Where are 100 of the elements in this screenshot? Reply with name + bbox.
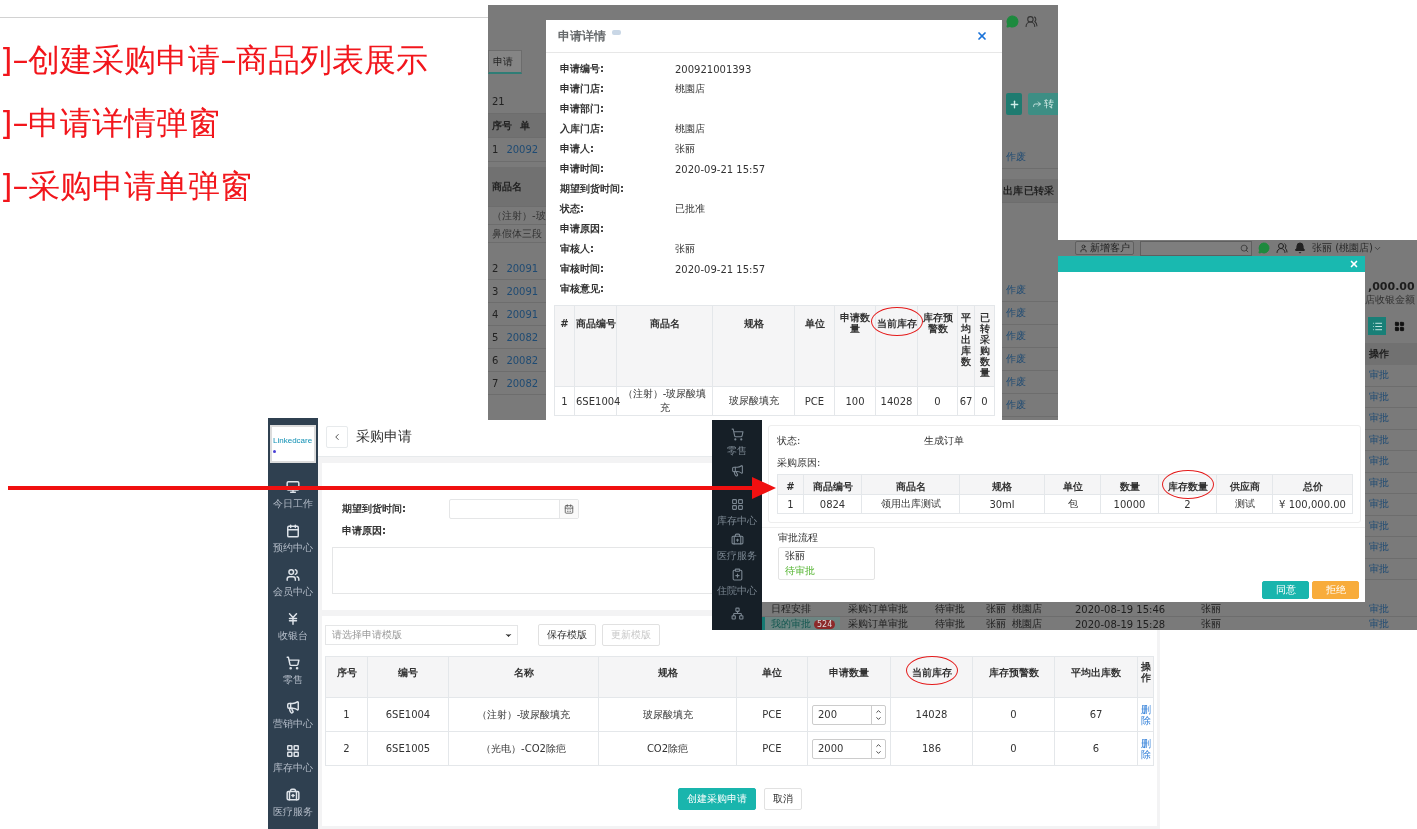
column-header: 平均出库数 [960, 312, 972, 367]
column-header: 数量 [1119, 481, 1140, 492]
column-header: 供应商 [1229, 481, 1260, 492]
void-link[interactable]: 作废 [1006, 283, 1026, 297]
user-menu[interactable]: 张丽 (桃園店) [1312, 241, 1382, 255]
approve-link[interactable]: 审批 [1369, 389, 1389, 404]
approve-link[interactable]: 审批 [1369, 368, 1389, 383]
approve-link[interactable]: 审批 [1369, 454, 1389, 469]
add-button[interactable] [1006, 93, 1022, 115]
close-icon[interactable] [976, 30, 988, 42]
column-header: 总价 [1302, 481, 1323, 492]
calendar-icon [286, 523, 300, 538]
column-header: 库存预警数 [921, 312, 954, 334]
save-template-button[interactable]: 保存模版 [538, 624, 596, 646]
bell-icon[interactable] [1294, 242, 1306, 254]
void-link[interactable]: 作废 [1006, 352, 1026, 366]
field-label: 审核时间: [560, 262, 605, 276]
sidebar-item[interactable]: 医疗服务 [273, 781, 313, 825]
action-button[interactable]: 拒绝 [1312, 581, 1359, 599]
quantity-input[interactable]: 200 [812, 704, 886, 725]
sidebar-item[interactable]: 会员中心 [273, 561, 313, 605]
template-select[interactable]: 请选择申请模版 [325, 625, 518, 645]
table-cell-text: 待审批 [935, 617, 966, 630]
order-link[interactable]: 20092 [506, 144, 539, 155]
users-icon[interactable] [1276, 242, 1288, 254]
table-cell-text: 待审批 [935, 602, 966, 616]
new-customer-button[interactable]: 新增客户 [1075, 241, 1134, 255]
table-cell: 5 [492, 331, 499, 343]
field-label: 期望到货时间: [560, 182, 625, 196]
column-header: 规格 [743, 318, 764, 329]
page-title: 采购申请 [356, 428, 412, 446]
approve-link[interactable]: 审批 [1369, 518, 1389, 533]
sidebar-item[interactable]: 医疗服务 [717, 530, 757, 565]
table-cell: （光电）-CO2除疤 [448, 731, 599, 766]
calendar-icon [564, 504, 574, 514]
megaphone-icon[interactable] [730, 464, 744, 477]
approve-link[interactable]: 审批 [1369, 617, 1417, 630]
approve-link[interactable]: 审批 [1369, 602, 1417, 616]
void-link[interactable]: 作废 [1006, 306, 1026, 320]
order-link[interactable]: 20091 [506, 308, 539, 320]
approve-link[interactable]: 审批 [1369, 475, 1389, 490]
column-header: 库存预警数 [988, 667, 1039, 678]
action-button[interactable]: 同意 [1262, 581, 1309, 599]
field-label: 申请人: [560, 142, 595, 156]
order-link[interactable]: 20082 [506, 377, 539, 389]
table-cell: 3 [492, 285, 499, 297]
order-link[interactable]: 20091 [506, 285, 539, 297]
sidebar-item[interactable]: 库存中心 [717, 495, 757, 530]
field-label: 入库门店: [560, 122, 605, 136]
nav-item[interactable]: 我的审批 524 [762, 617, 840, 630]
void-link[interactable]: 作废 [1006, 149, 1026, 164]
column-header: 商品编号 [812, 481, 853, 492]
view-toggle[interactable] [1368, 317, 1386, 335]
approval-status: 待审批 [785, 564, 816, 578]
sidebar-item[interactable]: 零售 [283, 649, 303, 693]
void-link[interactable]: 作废 [1006, 398, 1026, 412]
void-link[interactable]: 作废 [1006, 375, 1026, 389]
convert-button[interactable]: 转 [1028, 93, 1058, 115]
table-cell: 玻尿酸填充 [598, 697, 737, 732]
void-link[interactable]: 作废 [1006, 329, 1026, 343]
sidebar-item[interactable]: 住院中心 [717, 565, 757, 600]
users-icon [286, 567, 300, 582]
field-value: 张丽 [675, 242, 696, 256]
table-cell-text: 张丽 [1201, 602, 1222, 616]
table-cell: （注射）-玻尿酸填充 [448, 697, 599, 732]
order-link[interactable]: 20091 [506, 262, 539, 274]
create-button[interactable]: 创建采购申请 [677, 788, 756, 810]
sidebar-item[interactable]: 零售 [727, 425, 747, 460]
approve-link[interactable]: 审批 [1369, 497, 1389, 512]
approve-link[interactable]: 审批 [1369, 432, 1389, 447]
approve-link[interactable]: 审批 [1369, 561, 1389, 576]
quantity-input[interactable]: 2000 [812, 738, 886, 759]
column-header: 出库 [1003, 183, 1023, 198]
approve-link[interactable]: 审批 [1369, 540, 1389, 555]
field-value: 2020-09-21 15:57 [675, 263, 767, 275]
megaphone-icon [286, 699, 300, 714]
sidebar-item[interactable]: 今日工作 [273, 473, 313, 517]
order-link[interactable]: 20082 [506, 354, 539, 366]
users-icon[interactable] [1025, 14, 1038, 28]
table-cell: 2 [325, 731, 368, 766]
tab[interactable]: 申请 [488, 50, 522, 74]
approve-link[interactable]: 审批 [1369, 411, 1389, 426]
field-label: 状态: [777, 434, 802, 448]
table-cell-text: 采购订单审批 [847, 617, 909, 630]
column-header: # [560, 318, 569, 329]
close-icon[interactable] [1349, 259, 1359, 269]
date-input[interactable] [449, 499, 579, 519]
column-header: 商品编号 [575, 318, 616, 329]
sidebar-item[interactable]: 营销中心 [273, 693, 313, 737]
tag-icon [612, 29, 621, 35]
field-label: 申请编号: [560, 62, 605, 76]
order-link[interactable]: 20082 [506, 331, 539, 343]
cancel-button[interactable]: 取消 [763, 788, 802, 810]
search-field[interactable] [1140, 240, 1252, 256]
sidebar-item[interactable]: 收银台 [278, 605, 308, 649]
org-chart-icon[interactable] [730, 606, 744, 620]
column-header: 名称 [513, 667, 534, 678]
sidebar-item[interactable]: 库存中心 [273, 737, 313, 781]
sidebar-item[interactable]: 预约中心 [273, 517, 313, 561]
table-cell-text: 张丽 [986, 617, 1007, 630]
